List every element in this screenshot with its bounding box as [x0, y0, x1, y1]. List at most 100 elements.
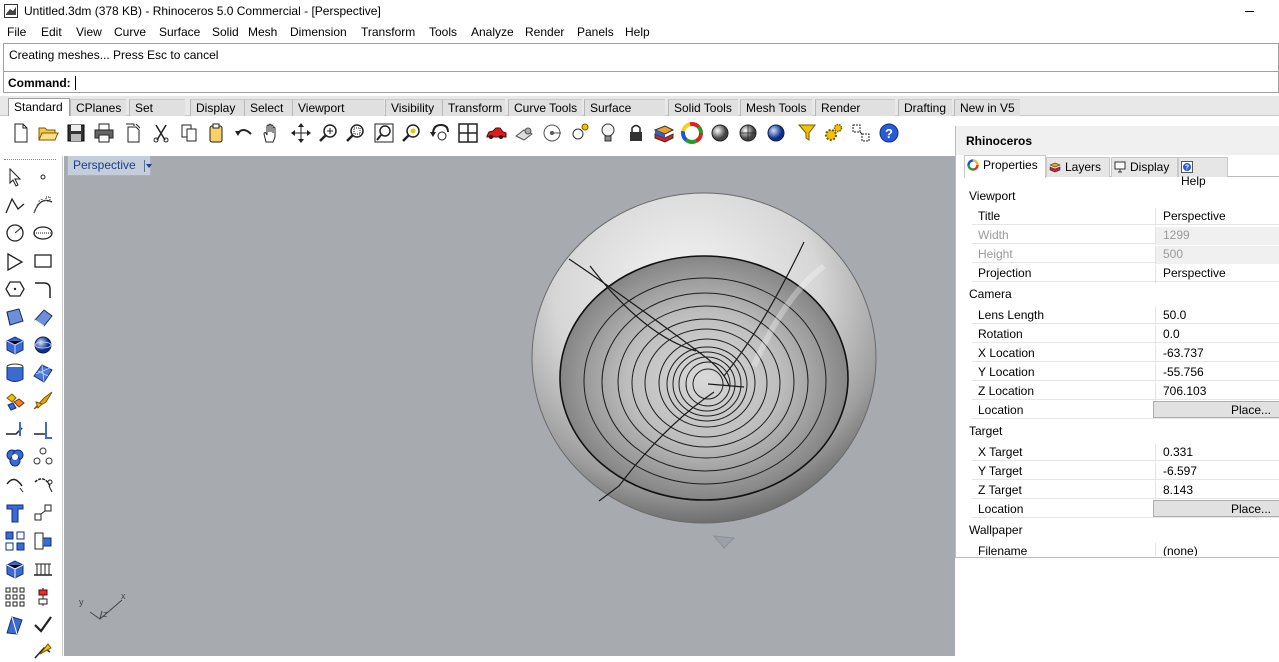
- place-target-button[interactable]: Place...: [1153, 500, 1279, 517]
- menu-surface[interactable]: Surface: [159, 22, 212, 42]
- menu-edit[interactable]: Edit: [41, 22, 76, 42]
- prop-value[interactable]: 706.103: [1155, 383, 1279, 401]
- four-viewports-icon[interactable]: [457, 122, 479, 144]
- prop-row-x-target[interactable]: X Target 0.331: [972, 442, 1279, 462]
- prop-row-lens-length[interactable]: Lens Length 50.0: [972, 305, 1279, 325]
- polyline-icon[interactable]: [4, 194, 26, 216]
- tab-drafting[interactable]: Drafting: [898, 99, 952, 116]
- explode-icon[interactable]: [4, 390, 26, 412]
- rendered-sphere-icon[interactable]: [737, 122, 759, 144]
- prop-value[interactable]: -6.597: [1155, 463, 1279, 481]
- prop-value[interactable]: -63.737: [1155, 345, 1279, 363]
- prop-row-x-location[interactable]: X Location -63.737: [972, 343, 1279, 363]
- zoom-selected-icon[interactable]: [401, 122, 423, 144]
- prop-value[interactable]: 0.0: [1155, 326, 1279, 344]
- viewport-menu-chevron-down-icon[interactable]: [144, 160, 152, 172]
- undo-icon[interactable]: [233, 122, 255, 144]
- layer-icon[interactable]: [653, 122, 675, 144]
- tab-standard[interactable]: Standard: [8, 98, 70, 117]
- tab-new-in-v5[interactable]: New in V5: [954, 99, 1020, 116]
- circle-icon[interactable]: [4, 222, 26, 244]
- prop-value[interactable]: 8.143: [1155, 482, 1279, 500]
- prop-row-z-target[interactable]: Z Target 8.143: [972, 480, 1279, 500]
- save-icon[interactable]: [65, 122, 87, 144]
- lock-icon[interactable]: [625, 122, 647, 144]
- menu-dimension[interactable]: Dimension: [290, 22, 361, 42]
- prop-row-y-location[interactable]: Y Location -55.756: [972, 362, 1279, 382]
- check-icon[interactable]: [32, 614, 54, 636]
- history-icon[interactable]: [32, 586, 54, 608]
- command-input-cursor[interactable]: [75, 76, 76, 90]
- new-file-icon[interactable]: [10, 122, 32, 144]
- print-icon[interactable]: [93, 122, 115, 144]
- tab-visibility[interactable]: Visibility: [385, 99, 442, 116]
- tab-cplanes[interactable]: CPlanes: [70, 99, 126, 116]
- tab-set-view[interactable]: Set View: [129, 99, 185, 129]
- tab-viewport-layout[interactable]: Viewport Layout: [292, 99, 384, 129]
- sphere-icon[interactable]: [32, 334, 54, 356]
- tab-mesh-tools[interactable]: Mesh Tools: [740, 99, 812, 116]
- tab-render-tools[interactable]: Render Tools: [815, 99, 895, 129]
- prop-row-projection[interactable]: Projection Perspective: [972, 263, 1279, 283]
- shaded-sphere-icon[interactable]: [709, 122, 731, 144]
- cylinder-icon[interactable]: [4, 362, 26, 384]
- prop-row-z-location[interactable]: Z Location 706.103: [972, 381, 1279, 401]
- snap-grid-icon[interactable]: [850, 122, 872, 144]
- color-wheel-icon[interactable]: [681, 122, 703, 144]
- mesh-surface-icon[interactable]: [32, 362, 54, 384]
- prop-row-title[interactable]: Title Perspective: [972, 206, 1279, 226]
- menu-curve[interactable]: Curve: [114, 22, 159, 42]
- menu-panels[interactable]: Panels: [577, 22, 625, 42]
- light-bulb-icon[interactable]: [597, 122, 619, 144]
- gear-icon[interactable]: [822, 122, 844, 144]
- menu-help[interactable]: Help: [625, 22, 665, 42]
- place-camera-button[interactable]: Place...: [1153, 401, 1279, 418]
- prop-value[interactable]: 0.331: [1155, 444, 1279, 462]
- fillet-curve-icon[interactable]: [32, 278, 54, 300]
- menu-analyze[interactable]: Analyze: [471, 22, 525, 42]
- split-icon[interactable]: [4, 418, 26, 440]
- menu-render[interactable]: Render: [525, 22, 577, 42]
- prop-row-y-target[interactable]: Y Target -6.597: [972, 461, 1279, 481]
- surface-extrude-icon[interactable]: [32, 306, 54, 328]
- tab-properties[interactable]: Properties: [964, 155, 1046, 178]
- copy-icon[interactable]: [178, 122, 200, 144]
- zoom-extents-icon[interactable]: [373, 122, 395, 144]
- filter-icon[interactable]: [797, 122, 819, 144]
- blue-sphere-icon[interactable]: [765, 122, 787, 144]
- menu-file[interactable]: File: [7, 22, 41, 42]
- points-array-icon[interactable]: [4, 586, 26, 608]
- surface-corner-icon[interactable]: [4, 306, 26, 328]
- camera-icon[interactable]: [513, 122, 535, 144]
- tab-layers[interactable]: Layers: [1046, 157, 1110, 177]
- menu-tools[interactable]: Tools: [429, 22, 471, 42]
- tab-surface-tools[interactable]: Surface Tools: [584, 99, 665, 129]
- box-icon[interactable]: [4, 334, 26, 356]
- tab-transform[interactable]: Transform: [442, 99, 505, 116]
- perspective-viewport[interactable]: y x z Perspective: [64, 156, 955, 656]
- zoom-window-icon[interactable]: [345, 122, 367, 144]
- viewport-title[interactable]: Perspective: [73, 158, 136, 172]
- paste-icon[interactable]: [205, 122, 227, 144]
- prop-row-filename[interactable]: Filename (none): [972, 541, 1279, 556]
- dimension-icon[interactable]: [32, 502, 54, 524]
- trim-icon[interactable]: [32, 390, 54, 412]
- extra-tool-icon[interactable]: [32, 640, 54, 662]
- group-icon[interactable]: [4, 530, 26, 552]
- join-icon[interactable]: [32, 418, 54, 440]
- zoom-icon[interactable]: [318, 122, 340, 144]
- grid-snap-icon[interactable]: [32, 558, 54, 580]
- pan-hand-icon[interactable]: [260, 122, 282, 144]
- car-icon[interactable]: [485, 122, 507, 144]
- help-icon[interactable]: ?: [878, 122, 900, 144]
- rebuild-icon[interactable]: [32, 474, 54, 496]
- block-icon[interactable]: [32, 530, 54, 552]
- tab-solid-tools[interactable]: Solid Tools: [668, 99, 738, 116]
- ellipse-icon[interactable]: [32, 222, 54, 244]
- target-icon[interactable]: [541, 122, 563, 144]
- menu-mesh[interactable]: Mesh: [248, 22, 290, 42]
- paint-icon[interactable]: [4, 614, 26, 636]
- array-icon[interactable]: [32, 446, 54, 468]
- prop-value[interactable]: -55.756: [1155, 364, 1279, 382]
- rhino-app-icon[interactable]: [4, 4, 18, 18]
